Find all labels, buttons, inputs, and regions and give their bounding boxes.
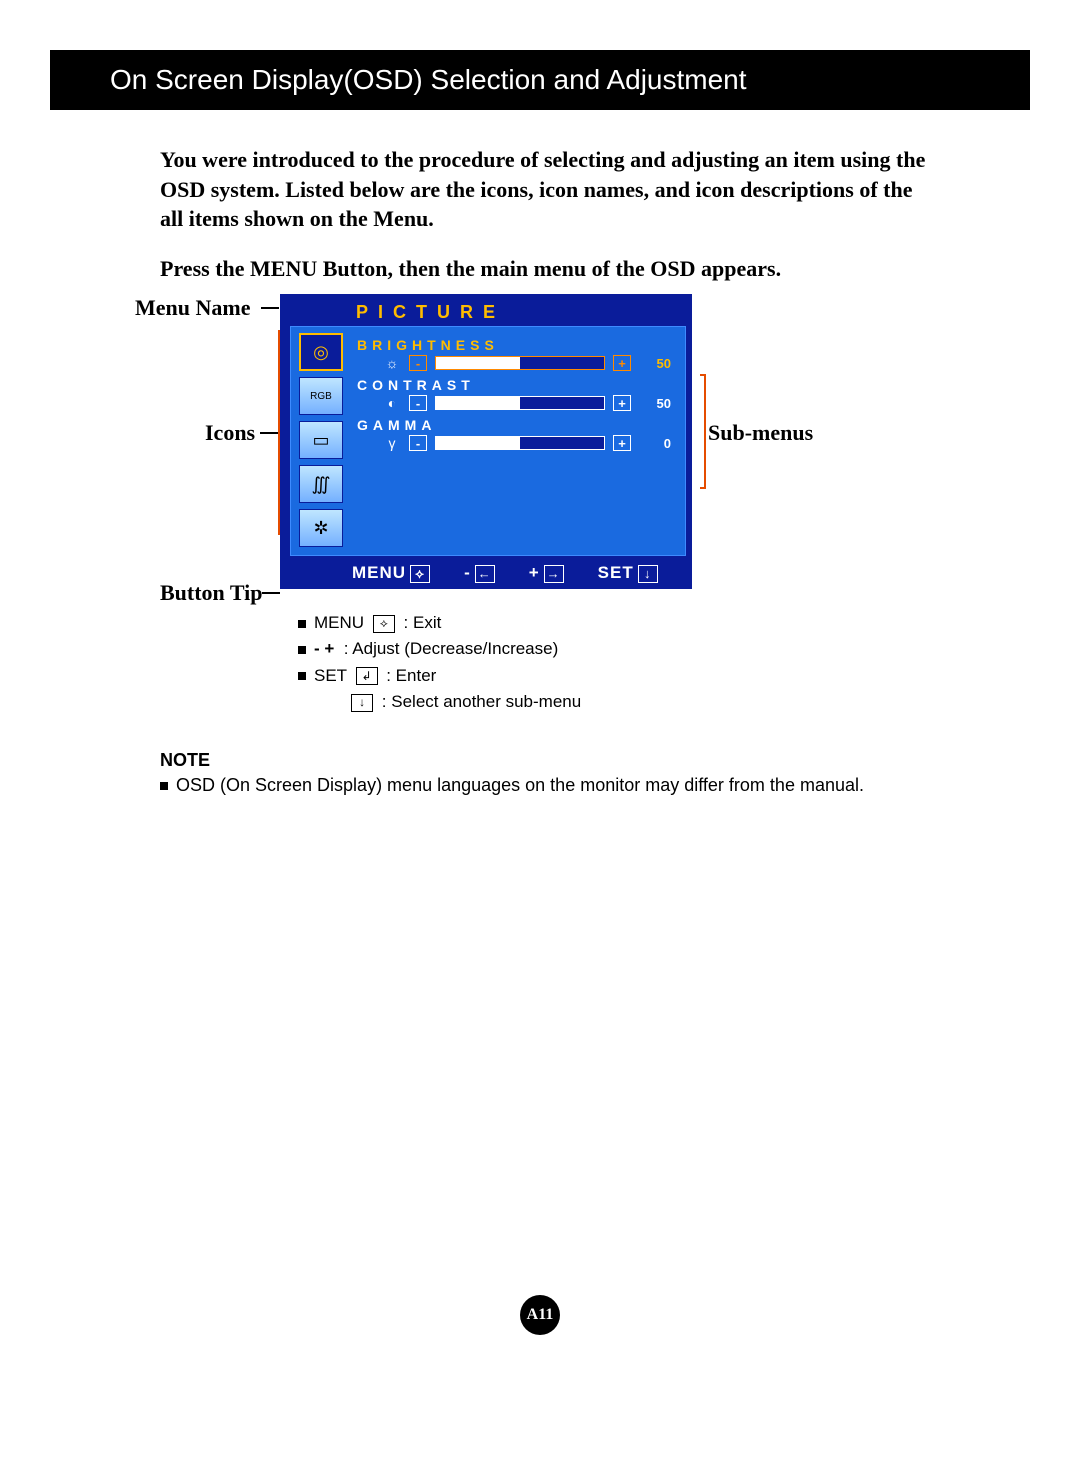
bracket-submenus bbox=[700, 374, 706, 489]
osd-item-label: CONTRAST bbox=[357, 377, 671, 393]
legend-key: - + bbox=[314, 639, 334, 658]
osd-body: ◎ RGB ▭ ∭ ✲ BRIGHTNESS ☼ - + 50 CONTRAST bbox=[290, 326, 686, 556]
menu-glyph-icon: ⟡ bbox=[373, 615, 395, 633]
left-arrow-icon: ← bbox=[475, 565, 495, 583]
slider-track[interactable] bbox=[435, 436, 605, 450]
intro-paragraph-2: Press the MENU Button, then the main men… bbox=[160, 256, 930, 282]
callout-button-tip: Button Tip bbox=[160, 580, 263, 606]
note-text: OSD (On Screen Display) menu languages o… bbox=[160, 775, 864, 796]
osd-item-gamma[interactable]: GAMMA γ - + 0 bbox=[357, 417, 671, 451]
gamma-icon: γ bbox=[383, 435, 401, 451]
leader-line bbox=[260, 432, 278, 434]
legend-key: MENU bbox=[314, 613, 364, 632]
decrease-button[interactable]: - bbox=[409, 435, 427, 451]
intro-paragraph: You were introduced to the procedure of … bbox=[160, 145, 930, 234]
osd-footer: MENU⟡ -← +→ SET↓ bbox=[352, 563, 682, 583]
slider-value: 50 bbox=[639, 356, 671, 371]
footer-minus: -← bbox=[464, 563, 495, 583]
page-title: On Screen Display(OSD) Selection and Adj… bbox=[110, 64, 747, 96]
footer-set: SET↓ bbox=[598, 563, 658, 583]
slider-value: 50 bbox=[639, 396, 671, 411]
contrast-icon: ◐ bbox=[383, 395, 401, 411]
increase-button[interactable]: + bbox=[613, 355, 631, 371]
picture-icon[interactable]: ◎ bbox=[299, 333, 343, 371]
button-tip-legend: MENU ⟡ : Exit - + : Adjust (Decrease/Inc… bbox=[298, 610, 581, 715]
tracking-icon[interactable]: ∭ bbox=[299, 465, 343, 503]
slider-track[interactable] bbox=[435, 396, 605, 410]
slider-value: 0 bbox=[639, 436, 671, 451]
enter-icon: ↲ bbox=[356, 667, 378, 685]
note-heading: NOTE bbox=[160, 750, 210, 771]
callout-menu-name: Menu Name bbox=[135, 295, 250, 321]
osd-item-brightness[interactable]: BRIGHTNESS ☼ - + 50 bbox=[357, 337, 671, 371]
brightness-icon: ☼ bbox=[383, 355, 401, 371]
osd-panel: PICTURE ◎ RGB ▭ ∭ ✲ BRIGHTNESS ☼ - + 50 bbox=[280, 294, 692, 589]
menu-glyph-icon: ⟡ bbox=[410, 565, 430, 583]
decrease-button[interactable]: - bbox=[409, 355, 427, 371]
title-band: On Screen Display(OSD) Selection and Adj… bbox=[50, 50, 1030, 110]
leader-line bbox=[262, 592, 280, 594]
down-arrow-icon: ↓ bbox=[638, 565, 658, 583]
callout-icons: Icons bbox=[205, 420, 255, 446]
osd-sub-items: BRIGHTNESS ☼ - + 50 CONTRAST ◐ - + 50 bbox=[357, 337, 671, 457]
color-icon[interactable]: RGB bbox=[299, 377, 343, 415]
setup-icon[interactable]: ✲ bbox=[299, 509, 343, 547]
legend-text: : Select another sub-menu bbox=[382, 692, 581, 711]
bullet-icon bbox=[298, 620, 306, 628]
down-arrow-icon: ↓ bbox=[351, 694, 373, 712]
bullet-icon bbox=[160, 782, 168, 790]
footer-plus: +→ bbox=[529, 563, 564, 583]
increase-button[interactable]: + bbox=[613, 395, 631, 411]
bullet-icon bbox=[298, 646, 306, 654]
footer-menu: MENU⟡ bbox=[352, 563, 430, 583]
screen-icon[interactable]: ▭ bbox=[299, 421, 343, 459]
bullet-icon bbox=[298, 672, 306, 680]
osd-icon-column: ◎ RGB ▭ ∭ ✲ bbox=[299, 333, 345, 547]
legend-text: : Adjust (Decrease/Increase) bbox=[344, 639, 558, 658]
legend-text: : Enter bbox=[386, 666, 436, 685]
osd-item-label: GAMMA bbox=[357, 417, 671, 433]
slider-track[interactable] bbox=[435, 356, 605, 370]
legend-key: SET bbox=[314, 666, 347, 685]
osd-item-label: BRIGHTNESS bbox=[357, 337, 671, 353]
legend-text: : Exit bbox=[404, 613, 442, 632]
right-arrow-icon: → bbox=[544, 565, 564, 583]
decrease-button[interactable]: - bbox=[409, 395, 427, 411]
osd-title: PICTURE bbox=[280, 294, 692, 323]
leader-line bbox=[261, 307, 279, 309]
callout-sub-menus: Sub-menus bbox=[708, 420, 813, 446]
osd-item-contrast[interactable]: CONTRAST ◐ - + 50 bbox=[357, 377, 671, 411]
increase-button[interactable]: + bbox=[613, 435, 631, 451]
page-number: A11 bbox=[520, 1295, 560, 1335]
